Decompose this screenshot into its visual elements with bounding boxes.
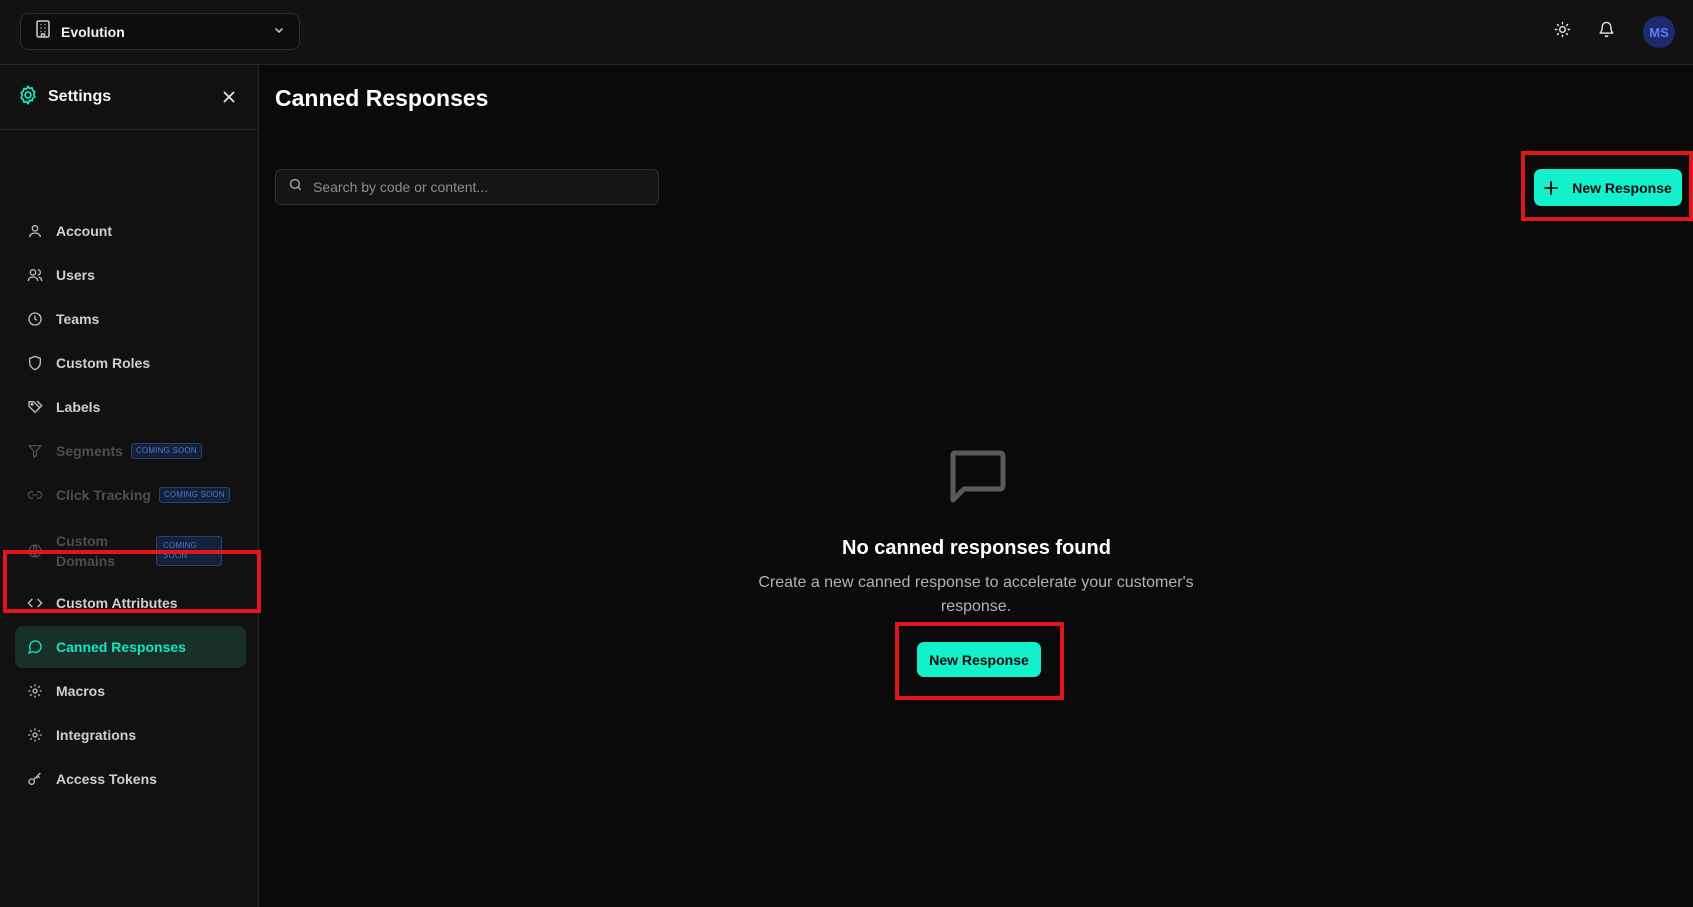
top-bar: Evolution MS (0, 0, 1693, 65)
key-icon (27, 771, 43, 787)
chevron-down-icon (273, 23, 285, 41)
main-content: Canned Responses New Response No canned … (260, 65, 1693, 907)
sidebar-item-custom-roles[interactable]: Custom Roles (15, 342, 246, 384)
user-icon (27, 223, 43, 239)
sidebar-item-macros[interactable]: Macros (15, 670, 246, 712)
sidebar-item-account[interactable]: Account (15, 210, 246, 252)
sidebar-item-label: Custom Attributes (56, 595, 178, 611)
coming-soon-badge: COMING SOON (158, 487, 230, 503)
search-icon (288, 177, 303, 197)
avatar[interactable]: MS (1643, 16, 1675, 48)
sidebar-item-custom-attributes[interactable]: Custom Attributes (15, 582, 246, 624)
sidebar-item-segments: Segments COMING SOON (15, 430, 246, 472)
sidebar-item-label: Teams (56, 311, 100, 327)
building-icon (35, 20, 51, 43)
gear-icon (27, 683, 43, 699)
users-icon (27, 267, 43, 283)
empty-new-response-label: New Response (929, 651, 1029, 668)
sidebar-item-label: Custom Domains (56, 533, 116, 569)
sidebar-title: Settings (48, 88, 112, 105)
close-icon (223, 91, 235, 103)
empty-state-title: No canned responses found (842, 537, 1111, 559)
coming-soon-badge: COMING SOON (156, 536, 222, 566)
message-square-icon (948, 449, 1006, 510)
sidebar-item-teams[interactable]: Teams (15, 298, 246, 340)
workspace-selector[interactable]: Evolution (20, 13, 300, 50)
empty-new-response-button[interactable]: New Response (917, 642, 1041, 677)
settings-gear-icon (18, 84, 38, 110)
shield-icon (27, 355, 43, 371)
sidebar-item-label: Custom Roles (56, 355, 151, 371)
sidebar-item-users[interactable]: Users (15, 254, 246, 296)
plus-icon (1544, 180, 1559, 195)
link-icon (27, 487, 43, 503)
coming-soon-badge: COMING SOON (130, 443, 202, 459)
settings-sidebar: Settings Account Users Teams Custom Role… (0, 65, 259, 907)
message-circle-icon (27, 639, 43, 655)
sidebar-item-access-tokens[interactable]: Access Tokens (15, 758, 246, 800)
gear-icon (27, 727, 43, 743)
sidebar-item-label: Macros (56, 683, 106, 699)
sidebar-item-canned-responses[interactable]: Canned Responses (15, 626, 246, 668)
notifications-button[interactable] (1590, 16, 1622, 48)
sidebar-item-integrations[interactable]: Integrations (15, 714, 246, 756)
sidebar-header: Settings (0, 65, 258, 130)
sidebar-item-label: Labels (56, 399, 101, 415)
sidebar-item-label: Users (56, 267, 95, 283)
new-response-label: New Response (1572, 179, 1672, 196)
theme-toggle-button[interactable] (1431, 16, 1463, 48)
sidebar-item-label: Account (56, 223, 112, 239)
sidebar-item-label: Click Tracking (56, 487, 151, 503)
page-title: Canned Responses (275, 85, 489, 111)
sidebar-item-click-tracking: Click Tracking COMING SOON (15, 474, 246, 516)
sidebar-item-labels[interactable]: Labels (15, 386, 246, 428)
sun-icon (1554, 21, 1571, 43)
filter-icon (27, 443, 43, 459)
sidebar-item-label: Segments (56, 443, 123, 459)
tags-icon (27, 399, 43, 415)
search-input[interactable] (313, 179, 633, 195)
sidebar-item-label: Canned Responses (56, 639, 186, 655)
empty-state-description: Create a new canned response to accelera… (758, 574, 1194, 615)
close-sidebar-button[interactable] (218, 86, 240, 108)
bell-icon (1598, 21, 1615, 43)
new-response-button[interactable]: New Response (1534, 169, 1682, 206)
workspace-name: Evolution (61, 23, 125, 40)
code-icon (27, 595, 43, 611)
search-field[interactable] (275, 169, 659, 205)
clock-icon (27, 311, 43, 327)
globe-icon (27, 543, 43, 559)
theme-toggle-button[interactable] (1546, 16, 1578, 48)
sidebar-item-custom-domains: Custom Domains COMING SOON (15, 526, 246, 576)
sidebar-item-label: Access Tokens (56, 771, 157, 787)
sidebar-item-label: Integrations (56, 727, 137, 743)
